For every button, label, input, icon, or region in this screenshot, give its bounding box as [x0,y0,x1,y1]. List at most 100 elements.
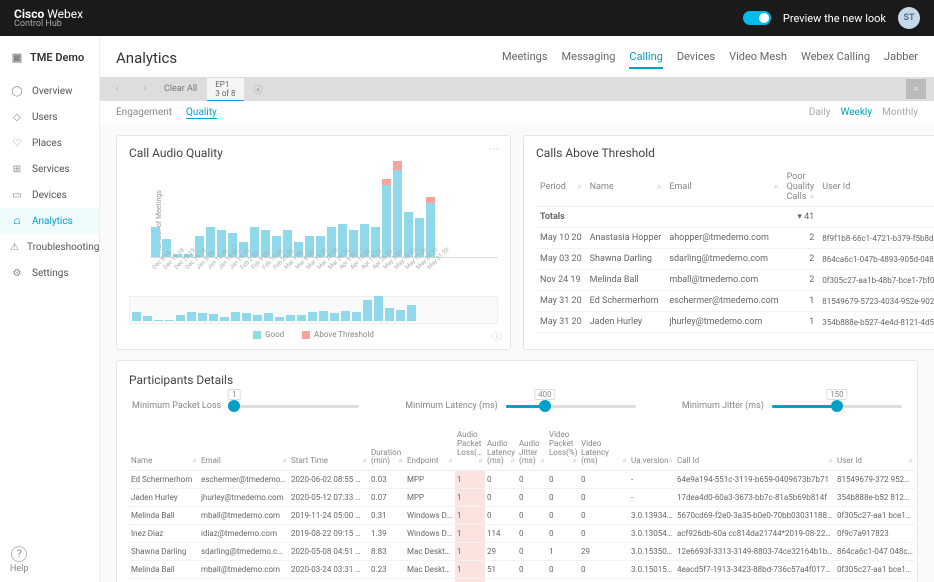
col-header[interactable]: User Id⌕ [818,168,934,207]
table-row[interactable]: Melinda Ballmball@tmedemo.com2020-03-24 … [129,561,915,579]
tab-meetings[interactable]: Meetings [502,46,547,69]
bar[interactable] [393,170,402,257]
col-header[interactable]: Email ⌕ [199,427,289,471]
info-icon[interactable]: ⓘ [492,328,502,343]
search-icon[interactable]: ⌕ [909,457,913,466]
preview-label: Preview the new look [783,12,886,25]
col-header[interactable]: Call Id ⌕ [675,427,835,471]
sidebar-icon: ⚠ [10,240,19,254]
col-header[interactable]: Name ⌕ [129,427,199,471]
search-icon[interactable]: ⌕ [657,182,661,192]
card-menu-icon[interactable]: ⋯ [489,144,500,155]
tab-calling[interactable]: Calling [629,46,662,69]
search-icon[interactable]: ⌕ [511,457,515,466]
table-row[interactable]: Jaden Hurleyjhurley@tmedemo.com2020-05-1… [129,489,915,507]
subtab-engagement[interactable]: Engagement [116,107,172,119]
user-avatar[interactable]: ST [898,7,920,29]
preview-toggle[interactable] [743,11,771,25]
chip-remove-icon[interactable]: ⓧ [254,83,263,96]
sidebar-item-troubleshooting[interactable]: ⚠Troubleshooting [0,234,99,260]
search-icon[interactable]: ⌕ [577,182,581,192]
range-weekly[interactable]: Weekly [841,107,873,119]
col-header[interactable]: Endpoint ⌕ [405,427,455,471]
range-daily[interactable]: Daily [809,107,831,119]
col-header[interactable]: Audio Latency (ms) ⌕ [485,427,517,471]
search-icon[interactable]: ⌕ [399,457,403,466]
table-row[interactable]: Shawna Darlingsdarling@tmedemo.com2020-0… [129,543,915,561]
col-header[interactable]: Ua.version ⌕ [629,427,675,471]
table-row[interactable]: Nov 24 19Melinda Ballmball@tmedemo.com20… [536,270,934,291]
search-icon[interactable]: ⌕ [829,457,833,466]
clear-filters[interactable]: Clear All [164,84,197,94]
help-link[interactable]: ? Help [10,546,28,574]
chart-overview[interactable] [129,296,498,324]
tab-messaging[interactable]: Messaging [562,46,616,69]
col-header[interactable]: Audio Jitter (ms) ⌕ [517,427,547,471]
table-row[interactable]: May 31 20Jaden Hurleyjhurley@tmedemo.com… [536,312,934,333]
search-icon[interactable]: ⌕ [193,457,197,466]
table-row[interactable]: May 31 20Ed Schermerhorneschermer@tmedem… [536,291,934,312]
sidebar-item-analytics[interactable]: ⩍Analytics [0,208,99,234]
search-icon[interactable]: ⌕ [479,457,483,466]
sidebar-icon: ⚙ [10,266,24,280]
col-header[interactable]: User Id ⌕ [835,427,915,471]
col-header[interactable]: Duration (min) ⌕ [369,427,405,471]
range-monthly[interactable]: Monthly [882,107,918,119]
search-icon[interactable]: ⌕ [363,457,367,466]
sidebar-icon: ♡ [10,136,24,150]
col-header[interactable]: Video Packet Loss(%) ⌕ [547,427,579,471]
bar[interactable] [382,185,391,257]
participants-table: Name ⌕Email ⌕Start Time ⌕Duration (min) … [129,427,915,582]
page-title: Analytics [116,49,177,67]
threshold-title: Calls Above Threshold [536,146,934,160]
filter-search-icon[interactable]: ⌕ [906,79,926,99]
calls-above-threshold-card: ⋯ Calls Above Threshold Period⌕Name⌕Emai… [523,135,934,350]
sidebar-item-users[interactable]: ◇Users [0,104,99,130]
search-icon[interactable]: ⌕ [449,457,453,466]
legend-above-threshold[interactable]: Above Threshold [302,330,374,339]
slider-track[interactable]: 150 [772,405,902,408]
sidebar-item-settings[interactable]: ⚙Settings [0,260,99,286]
subtab-quality[interactable]: Quality [186,107,217,119]
search-icon[interactable]: ⌕ [669,457,673,466]
search-icon[interactable]: ⌕ [623,457,627,466]
search-icon[interactable]: ⌕ [541,457,545,466]
filter-next-icon[interactable]: › [136,84,154,94]
search-icon[interactable]: ⌕ [573,457,577,466]
slider-track[interactable]: 400 [506,405,636,408]
col-header[interactable]: Period⌕ [536,168,586,207]
call-audio-quality-card: ⋯ Call Audio Quality Number of Meetings … [116,135,511,350]
tab-video-mesh[interactable]: Video Mesh [729,46,787,69]
bar[interactable] [151,227,160,257]
filter-prev-icon[interactable]: ‹ [108,84,126,94]
table-row[interactable]: Melinda Ballmball@tmedemo.com2019-11-24 … [129,507,915,525]
filter-chip[interactable]: EP13 of 8 [207,78,243,101]
table-row[interactable]: May 10 20Anastasia Hopperahopper@tmedemo… [536,228,934,249]
threshold-table: Period⌕Name⌕Email⌕Poor Quality Calls⌕Use… [536,168,934,333]
search-icon[interactable]: ⌕ [283,457,287,466]
col-header[interactable]: Poor Quality Calls⌕ [783,168,819,207]
table-row[interactable]: Inez Diazidiaz@tmedemo.com2019-08-22 09:… [129,525,915,543]
col-header[interactable]: Audio Packet Loss(… ⌕ [455,427,485,471]
sidebar-item-overview[interactable]: ◯Overview [0,78,99,104]
col-header[interactable]: Start Time ⌕ [289,427,369,471]
col-header[interactable]: Video Latency (ms) ⌕ [579,427,629,471]
tab-jabber[interactable]: Jabber [884,46,918,69]
org-name[interactable]: ▣ TME Demo [0,46,99,78]
slider-minimum-jitter-ms-: Minimum Jitter (ms)150 [682,401,902,411]
sidebar: ▣ TME Demo ◯Overview◇Users♡Places⊞Servic… [0,36,100,582]
search-icon[interactable]: ⌕ [774,182,778,192]
col-header[interactable]: Email⌕ [665,168,782,207]
sidebar-item-services[interactable]: ⊞Services [0,156,99,182]
chart-bars[interactable] [151,168,498,258]
sidebar-item-devices[interactable]: ▭Devices [0,182,99,208]
tab-webex-calling[interactable]: Webex Calling [801,46,870,69]
sidebar-item-places[interactable]: ♡Places [0,130,99,156]
col-header[interactable]: Name⌕ [586,168,666,207]
table-row[interactable]: May 03 20Shawna Darlingsdarling@tmedemo.… [536,249,934,270]
search-icon[interactable]: ⌕ [810,192,814,202]
legend-good[interactable]: Good [253,330,284,339]
slider-track[interactable]: 1 [229,405,359,408]
table-row[interactable]: Ed Schermerhorneschermer@tmedemo…2020-06… [129,471,915,489]
tab-devices[interactable]: Devices [677,46,715,69]
